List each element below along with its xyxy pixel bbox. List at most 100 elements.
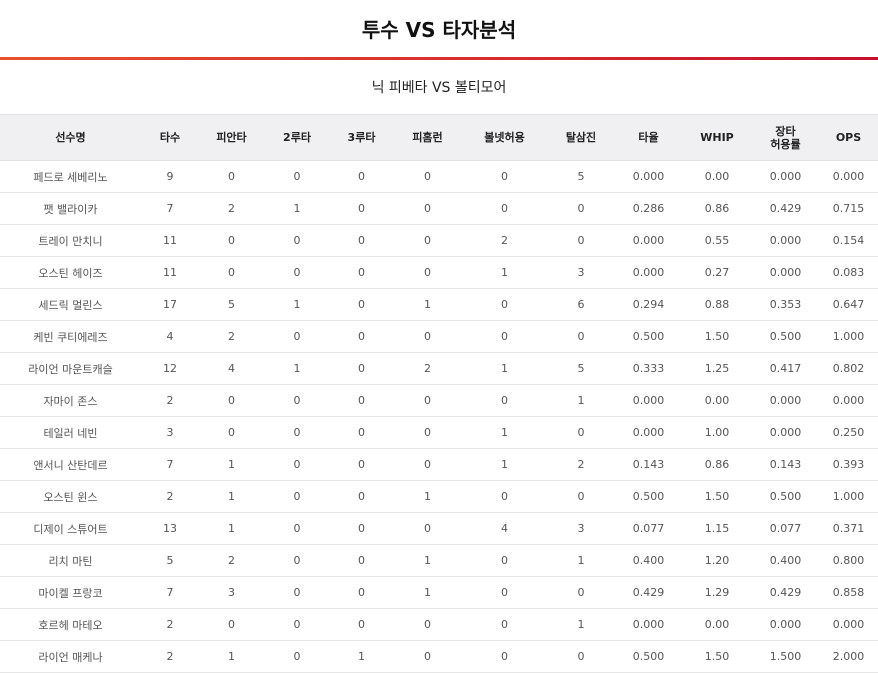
stat-cell: 0 — [462, 192, 547, 225]
stat-cell: 1 — [547, 608, 615, 641]
stat-cell: 0 — [462, 480, 547, 513]
stat-cell: 1.50 — [682, 480, 752, 513]
stat-cell: 2 — [141, 608, 199, 641]
stat-cell: 1 — [547, 384, 615, 417]
stat-cell: 0.250 — [819, 416, 878, 449]
stat-cell: 0.000 — [752, 416, 819, 449]
stat-cell: 0 — [330, 512, 393, 545]
stat-cell: 0 — [393, 384, 462, 417]
player-name-cell: 테일러 네빈 — [0, 416, 141, 449]
stat-cell: 0.500 — [615, 480, 682, 513]
stat-cell: 0 — [393, 320, 462, 353]
stat-cell: 1.500 — [752, 640, 819, 673]
stat-cell: 0 — [264, 448, 330, 481]
stat-cell: 1.50 — [682, 320, 752, 353]
stat-cell: 0 — [330, 320, 393, 353]
stat-cell: 1 — [330, 640, 393, 673]
stat-cell: 0 — [547, 576, 615, 609]
stat-cell: 0 — [462, 544, 547, 577]
stat-cell: 0 — [199, 384, 264, 417]
stat-cell: 1 — [393, 288, 462, 321]
stat-cell: 0 — [330, 576, 393, 609]
player-name-cell: 페드로 세베리노 — [0, 160, 141, 193]
stat-cell: 1.15 — [682, 512, 752, 545]
stat-cell: 0.802 — [819, 352, 878, 385]
page-title: 투수 VS 타자분석 — [361, 18, 517, 42]
stat-cell: 0 — [264, 224, 330, 257]
column-header: 탈삼진 — [547, 114, 615, 161]
stat-cell: 1.00 — [682, 416, 752, 449]
table-row: 자마이 존스 2 0 0 0 0 0 1 0.000 0.00 0.000 0.000 — [0, 384, 878, 417]
stat-cell: 0 — [330, 288, 393, 321]
stat-cell: 3 — [547, 256, 615, 289]
stat-cell: 0.393 — [819, 448, 878, 481]
stat-cell: 0 — [462, 640, 547, 673]
stat-cell: 0.000 — [615, 416, 682, 449]
stat-cell: 0 — [264, 160, 330, 193]
player-name-cell: 세드릭 멀린스 — [0, 288, 141, 321]
column-header: 타수 — [141, 114, 199, 161]
player-name-cell: 오스틴 헤이즈 — [0, 256, 141, 289]
stat-cell: 0.083 — [819, 256, 878, 289]
stat-cell: 0.858 — [819, 576, 878, 609]
table-row: 케빈 쿠티에레즈 4 2 0 0 0 0 0 0.500 1.50 0.500 1.000 — [0, 320, 878, 353]
stat-cell: 0.500 — [615, 640, 682, 673]
stat-cell: 0 — [462, 160, 547, 193]
table-row: 앤서니 산탄데르 7 1 0 0 0 1 2 0.143 0.86 0.143 0.393 — [0, 448, 878, 481]
stat-cell: 1 — [264, 288, 330, 321]
pitcher-vs-batter-table: 선수명 타수 피안타 2루타 3루타 피홈런 볼넷허용 탈삼진 타율 WHIP 장타 허용률 OPS 페… — [0, 114, 878, 673]
stat-cell: 0 — [547, 416, 615, 449]
stat-cell: 5 — [199, 288, 264, 321]
stat-cell: 0 — [330, 384, 393, 417]
stat-cell: 0.400 — [752, 544, 819, 577]
stat-cell: 0.800 — [819, 544, 878, 577]
player-name-cell: 케빈 쿠티에레즈 — [0, 320, 141, 353]
stat-cell: 0.429 — [752, 192, 819, 225]
stat-cell: 1 — [462, 352, 547, 385]
stat-cell: 0 — [330, 192, 393, 225]
player-name-cell: 호르헤 마테오 — [0, 608, 141, 641]
table-row: 라이언 마운트캐슬 12 4 1 0 2 1 5 0.333 1.25 0.417 0.802 — [0, 352, 878, 385]
stat-cell: 1 — [199, 640, 264, 673]
stat-cell: 0.077 — [752, 512, 819, 545]
stat-cell: 0 — [264, 544, 330, 577]
table-row: 세드릭 멀린스 17 5 1 0 1 0 6 0.294 0.88 0.353 0.647 — [0, 288, 878, 321]
stat-cell: 0 — [330, 352, 393, 385]
stat-cell: 1.20 — [682, 544, 752, 577]
stat-cell: 0.000 — [615, 256, 682, 289]
stat-cell: 9 — [141, 160, 199, 193]
stat-cell: 0.333 — [615, 352, 682, 385]
stat-cell: 0 — [199, 608, 264, 641]
stat-cell: 4 — [141, 320, 199, 353]
column-header: 3루타 — [330, 114, 393, 161]
stat-cell: 5 — [141, 544, 199, 577]
stat-cell: 2 — [141, 640, 199, 673]
stat-cell: 11 — [141, 256, 199, 289]
stat-cell: 0.000 — [819, 384, 878, 417]
table-body: 페드로 세베리노 9 0 0 0 0 0 5 0.000 0.00 0.000 0.000 팻 밸라이카… — [0, 160, 878, 673]
player-name-cell: 디제이 스튜어트 — [0, 512, 141, 545]
stat-cell: 0.294 — [615, 288, 682, 321]
table-header-row: 선수명 타수 피안타 2루타 3루타 피홈런 볼넷허용 탈삼진 타율 WHIP 장타 허용률 OPS — [0, 114, 878, 161]
column-header: 선수명 — [0, 114, 141, 161]
player-name-cell: 라이언 마운트캐슬 — [0, 352, 141, 385]
stat-cell: 0.000 — [752, 608, 819, 641]
stat-cell: 17 — [141, 288, 199, 321]
stat-cell: 0.154 — [819, 224, 878, 257]
stat-cell: 1.25 — [682, 352, 752, 385]
table-row: 페드로 세베리노 9 0 0 0 0 0 5 0.000 0.00 0.000 0.000 — [0, 160, 878, 193]
player-name-cell: 트레이 만치니 — [0, 224, 141, 257]
column-header: 볼넷허용 — [462, 114, 547, 161]
stat-cell: 0 — [330, 416, 393, 449]
stat-cell: 0.500 — [752, 320, 819, 353]
stat-cell: 0 — [462, 608, 547, 641]
stat-cell: 1.000 — [819, 320, 878, 353]
stat-cell: 3 — [141, 416, 199, 449]
stat-cell: 0 — [330, 480, 393, 513]
stat-cell: 4 — [462, 512, 547, 545]
stat-cell: 0 — [393, 512, 462, 545]
column-header: 2루타 — [264, 114, 330, 161]
stat-cell: 0 — [264, 576, 330, 609]
stat-cell: 0.000 — [752, 224, 819, 257]
stat-cell: 0.353 — [752, 288, 819, 321]
